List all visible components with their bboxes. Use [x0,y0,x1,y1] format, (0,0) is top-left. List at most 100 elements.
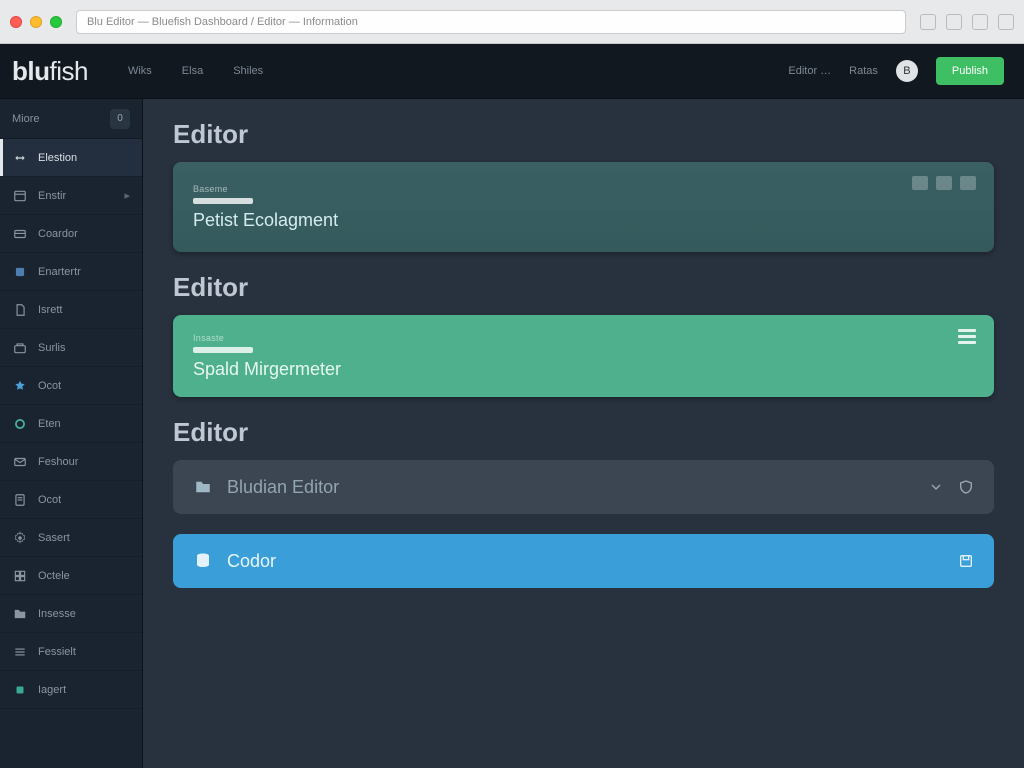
sidebar-item-label: Ocot [38,494,61,506]
arrows-icon [12,150,28,166]
app-body: Miore 0 Elestion Enstir ▸ Coardor Enartertr I… [0,99,1024,768]
sidebar-item-enstir[interactable]: Enstir ▸ [0,177,142,215]
panel-icon [12,188,28,204]
extension-icon[interactable] [946,14,962,30]
page-icon [12,492,28,508]
sidebar-item-label: Enstir [38,190,66,202]
publish-button[interactable]: Publish [936,57,1004,85]
avatar-initial: B [903,65,910,77]
row-actions [928,479,974,495]
sidebar-item-sasert[interactable]: Sasert [0,519,142,557]
card-action-icons [912,176,976,190]
sidebar-item-label: Iagert [38,684,66,696]
card-icon [12,226,28,242]
sidebar-item-iagert[interactable]: Iagert [0,671,142,709]
sidebar-trail-icon: ▸ [124,189,130,202]
top-nav-item[interactable]: Elsa [172,59,213,83]
window-close-icon[interactable] [10,16,22,28]
sidebar-item-label: Coardor [38,228,78,240]
card-title: Petist Ecolagment [193,210,338,231]
card-action-icons [958,329,976,344]
card-spald[interactable]: Insaste Spald Mirgermeter [173,315,994,397]
row-title: Codor [227,551,276,572]
logo-part-b: fish [50,56,88,86]
sidebar-item-ocot[interactable]: Ocot [0,367,142,405]
sidebar-item-label: Feshour [38,456,78,468]
menu-icon[interactable] [958,329,976,344]
sidebar-item-enartertr[interactable]: Enartertr [0,253,142,291]
card-action-icon[interactable] [912,176,928,190]
card-meta: Baseme [193,184,228,194]
app-header: blufish Wiks Elsa Shiles Editor … Ratas … [0,44,1024,99]
card-title: Spald Mirgermeter [193,359,341,380]
ring-icon [12,416,28,432]
sidebar-item-ocot[interactable]: Ocot [0,481,142,519]
card-action-icon[interactable] [936,176,952,190]
sidebar-item-label: Enartertr [38,266,81,278]
card-action-icon[interactable] [960,176,976,190]
section-heading: Editor [173,119,994,150]
sidebar-item-coardor[interactable]: Coardor [0,215,142,253]
chip-icon [12,682,28,698]
row-title: Bludian Editor [227,477,339,498]
top-nav: Wiks Elsa Shiles [118,59,273,83]
card-meta: Insaste [193,333,224,343]
sidebar-item-isrett[interactable]: Isrett [0,291,142,329]
sidebar-item-surlis[interactable]: Surlis [0,329,142,367]
sidebar-item-elestion[interactable]: Elestion [0,139,142,177]
browser-toolbar-icons [920,14,1014,30]
folder-icon [12,606,28,622]
row-codor[interactable]: Codor [173,534,994,588]
logo-part-a: blu [12,56,50,86]
card-persist[interactable]: Baseme Petist Ecolagment [173,162,994,252]
sidebar: Miore 0 Elestion Enstir ▸ Coardor Enartertr I… [0,99,143,768]
url-bar[interactable]: Blu Editor — Bluefish Dashboard / Editor… [76,10,906,34]
sidebar-item-label: Ocot [38,380,61,392]
box-icon [12,264,28,280]
sidebar-item-label: Fessielt [38,646,76,658]
top-nav-item[interactable]: Shiles [223,59,273,83]
window-controls [10,16,62,28]
sidebar-item-feshour[interactable]: Feshour [0,443,142,481]
main-content: Editor Baseme Petist Ecolagment Editor I… [143,99,1024,768]
extension-icon[interactable] [998,14,1014,30]
database-icon [193,551,213,571]
sidebar-item-insesse[interactable]: Insesse [0,595,142,633]
sidebar-item-label: Octele [38,570,70,582]
row-bludian-editor[interactable]: Bludian Editor [173,460,994,514]
header-link[interactable]: Ratas [849,65,878,77]
lines-icon [12,644,28,660]
chevron-down-icon[interactable] [928,479,944,495]
progress-bar [193,347,253,353]
doc-icon [12,302,28,318]
window-zoom-icon[interactable] [50,16,62,28]
extension-icon[interactable] [920,14,936,30]
save-icon[interactable] [958,553,974,569]
sidebar-item-label: Isrett [38,304,62,316]
sidebar-item-label: Sasert [38,532,70,544]
window-minimize-icon[interactable] [30,16,42,28]
shield-icon[interactable] [958,479,974,495]
star-icon [12,378,28,394]
tray-icon [12,340,28,356]
logo[interactable]: blufish [12,56,88,87]
top-nav-item[interactable]: Wiks [118,59,162,83]
app-root: blufish Wiks Elsa Shiles Editor … Ratas … [0,44,1024,768]
sidebar-badge: 0 [110,109,130,129]
sidebar-item-eten[interactable]: Eten [0,405,142,443]
extension-icon[interactable] [972,14,988,30]
sidebar-item-label: Eten [38,418,61,430]
sidebar-item-fessielt[interactable]: Fessielt [0,633,142,671]
gear-icon [12,530,28,546]
section-heading: Editor [173,272,994,303]
section-heading: Editor [173,417,994,448]
header-right: Editor … Ratas B Publish [788,57,1004,85]
grid-icon [12,568,28,584]
sidebar-header: Miore 0 [0,99,142,139]
header-link[interactable]: Editor … [788,65,831,77]
sidebar-item-octele[interactable]: Octele [0,557,142,595]
progress-bar [193,198,253,204]
avatar[interactable]: B [896,60,918,82]
sidebar-item-label: Surlis [38,342,66,354]
sidebar-item-label: Insesse [38,608,76,620]
